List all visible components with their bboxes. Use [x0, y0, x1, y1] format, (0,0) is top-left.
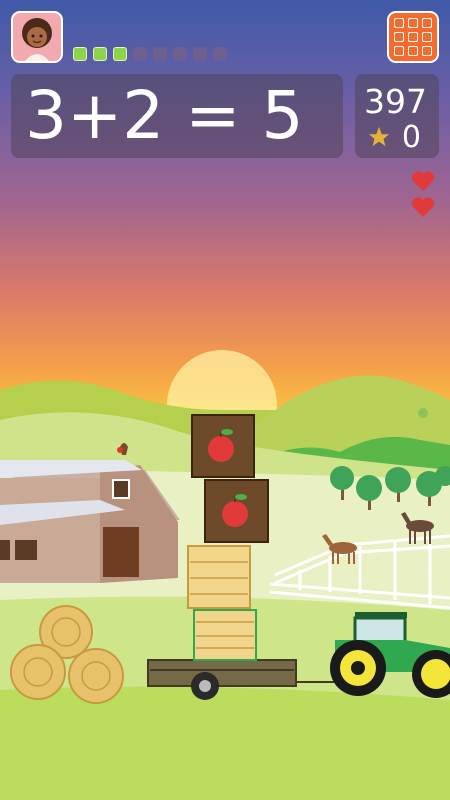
grid-menu-icon: [394, 18, 404, 28]
level-progress: [73, 47, 227, 61]
progress-dot: [193, 47, 207, 61]
progress-dot: [213, 47, 227, 61]
score-panel: 397 0: [355, 74, 439, 158]
hay-crate-middle: [187, 545, 251, 609]
progress-dot: [153, 47, 167, 61]
progress-dot: [113, 47, 127, 61]
apple-crate-lower: [204, 479, 269, 543]
score-value: 397: [364, 82, 427, 121]
girl-avatar-icon: [22, 18, 52, 61]
heart-icon: [411, 171, 435, 191]
progress-dot: [93, 47, 107, 61]
heart-icon: [411, 197, 435, 217]
menu-button[interactable]: [387, 11, 439, 63]
apple-crate-upper: [191, 414, 255, 478]
progress-dot: [173, 47, 187, 61]
progress-dot: [133, 47, 147, 61]
star-count: 0: [401, 120, 421, 155]
equation-display: 3+2 = 5: [11, 74, 343, 158]
avatar-button[interactable]: [11, 11, 63, 63]
star-icon: [368, 126, 390, 147]
hay-crate-bottom: [193, 609, 257, 661]
progress-dot: [73, 47, 87, 61]
